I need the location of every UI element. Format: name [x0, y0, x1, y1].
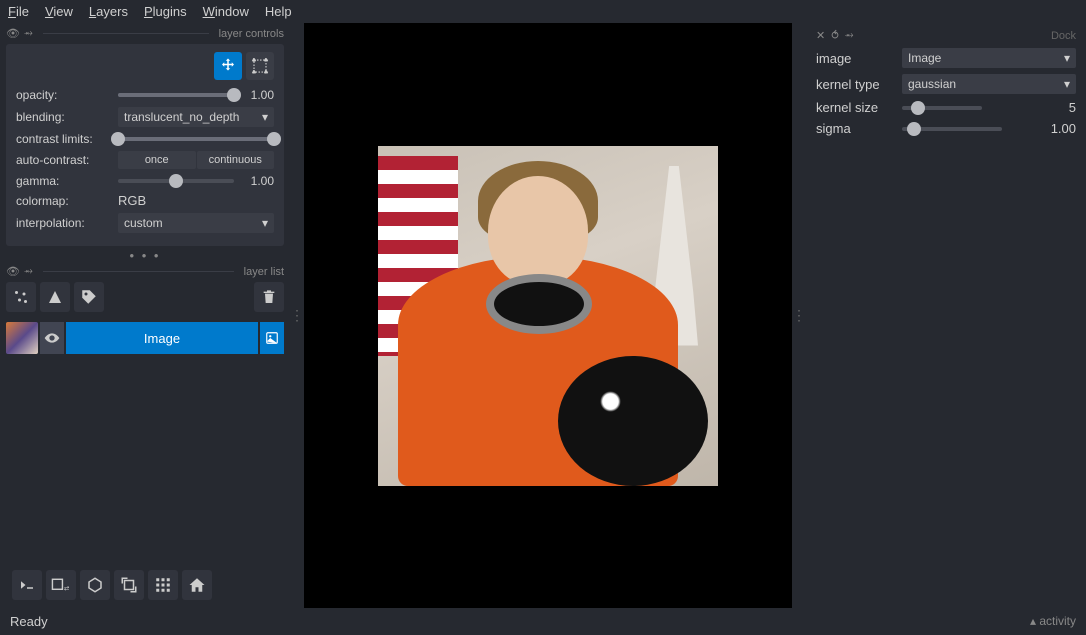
layer-list-title: layer list [244, 266, 284, 278]
opacity-slider[interactable] [118, 93, 234, 97]
status-bar: Ready ▴ activity [0, 608, 1086, 635]
autocontrast-label: auto-contrast: [16, 153, 112, 167]
menu-file[interactable]: File [8, 4, 29, 19]
layer-name[interactable]: Image [66, 322, 258, 354]
menu-layers[interactable]: Layers [89, 4, 128, 19]
dock-title: Dock [1051, 30, 1076, 42]
autocontrast-continuous-button[interactable]: continuous [197, 151, 275, 169]
menu-view[interactable]: View [45, 4, 73, 19]
kernel-size-value: 5 [1036, 100, 1076, 115]
ndisplay-toggle-button[interactable]: ⇄ [46, 570, 76, 600]
new-points-layer-button[interactable] [6, 282, 36, 312]
hide-icon[interactable]: ⥀ [831, 29, 839, 42]
svg-text:⇄: ⇄ [64, 586, 69, 593]
transform-button[interactable] [246, 52, 274, 80]
eye-icon[interactable]: 👁 [6, 265, 20, 278]
menu-help[interactable]: Help [265, 4, 292, 19]
gamma-value: 1.00 [240, 174, 274, 188]
contrast-limits-slider[interactable] [118, 137, 274, 141]
chevron-down-icon: ▾ [1064, 51, 1070, 65]
interpolation-label: interpolation: [16, 216, 112, 230]
layer-item[interactable]: Image [6, 322, 284, 354]
panel-resize-handle[interactable]: ⋮ [290, 23, 304, 608]
sigma-slider[interactable] [902, 127, 1002, 131]
kernel-type-select[interactable]: gaussian▾ [902, 74, 1076, 94]
opacity-label: opacity: [16, 88, 112, 102]
opacity-value: 1.00 [240, 88, 274, 102]
image-content [378, 146, 718, 486]
gamma-slider[interactable] [118, 179, 234, 183]
chevron-down-icon: ▾ [262, 216, 268, 230]
colormap-value: RGB [118, 193, 146, 208]
new-shapes-layer-button[interactable] [40, 282, 70, 312]
kernel-size-label: kernel size [816, 100, 894, 115]
colormap-label: colormap: [16, 194, 112, 208]
console-button[interactable] [12, 570, 42, 600]
canvas-viewer[interactable] [304, 23, 792, 608]
status-text: Ready [10, 614, 48, 629]
menu-plugins[interactable]: Plugins [144, 4, 187, 19]
image-param-label: image [816, 51, 894, 66]
blending-select[interactable]: translucent_no_depth ▾ [118, 107, 274, 127]
chevron-down-icon: ▾ [1064, 77, 1070, 91]
image-icon [260, 322, 284, 354]
chevron-down-icon: ▾ [262, 110, 268, 124]
blending-label: blending: [16, 110, 112, 124]
grid-button[interactable] [148, 570, 178, 600]
sigma-value: 1.00 [1036, 121, 1076, 136]
undock-icon[interactable]: ⥇ [24, 27, 33, 40]
undock-icon[interactable]: ⥇ [24, 265, 33, 278]
layer-thumbnail [6, 322, 38, 354]
layer-controls-title: layer controls [219, 28, 284, 40]
panel-divider[interactable]: • • • [6, 246, 284, 265]
autocontrast-once-button[interactable]: once [118, 151, 196, 169]
menu-window[interactable]: Window [203, 4, 249, 19]
roll-dims-button[interactable] [80, 570, 110, 600]
panel-resize-handle[interactable]: ⋮ [792, 23, 806, 608]
close-icon[interactable]: ✕ [816, 29, 825, 42]
undock-icon[interactable]: ⥇ [845, 29, 854, 42]
image-param-select[interactable]: Image▾ [902, 48, 1076, 68]
pan-zoom-button[interactable] [214, 52, 242, 80]
new-labels-layer-button[interactable] [74, 282, 104, 312]
contrast-limits-label: contrast limits: [16, 132, 112, 146]
transpose-button[interactable] [114, 570, 144, 600]
layer-visibility-toggle[interactable] [40, 322, 64, 354]
kernel-type-label: kernel type [816, 77, 894, 92]
interpolation-select[interactable]: custom ▾ [118, 213, 274, 233]
home-button[interactable] [182, 570, 212, 600]
sigma-label: sigma [816, 121, 894, 136]
activity-toggle[interactable]: ▴ activity [1030, 614, 1076, 629]
layer-controls-panel: opacity: 1.00 blending: translucent_no_d… [6, 44, 284, 246]
menu-bar: File View Layers Plugins Window Help [0, 0, 1086, 23]
delete-layer-button[interactable] [254, 282, 284, 312]
kernel-size-slider[interactable] [902, 106, 982, 110]
eye-icon[interactable]: 👁 [6, 27, 20, 40]
gamma-label: gamma: [16, 174, 112, 188]
